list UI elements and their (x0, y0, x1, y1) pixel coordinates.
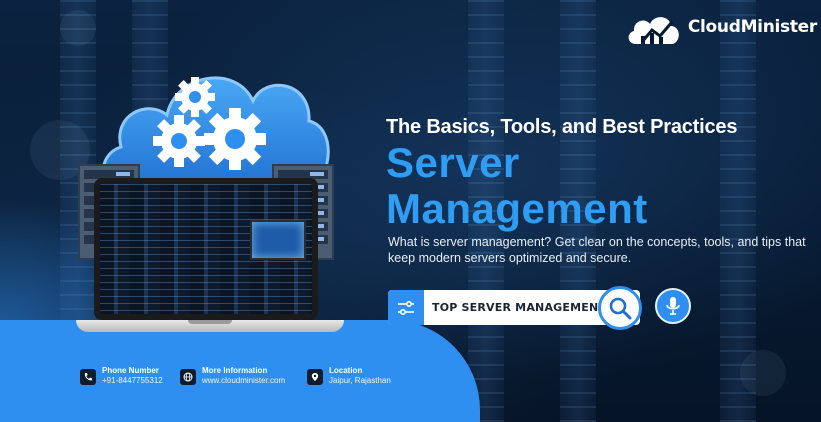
filter-sliders-icon[interactable] (388, 290, 424, 325)
title-line-1: Server (386, 139, 520, 186)
contact-label: More Information (202, 366, 268, 375)
contact-website[interactable]: More Information www.cloudminister.com (180, 366, 285, 385)
magnifier-icon (609, 297, 632, 320)
laptop-notch (188, 320, 232, 324)
location-pin-icon (307, 369, 323, 385)
phone-icon (80, 369, 96, 385)
monitor-icon (250, 220, 306, 260)
contact-value: www.cloudminister.com (202, 376, 286, 385)
microphone-icon (666, 297, 680, 315)
contact-label: Phone Number (102, 366, 159, 375)
title-line-2: Management (386, 185, 648, 232)
bokeh (740, 350, 786, 396)
search-button[interactable] (598, 286, 642, 330)
contact-value: +91-8447755312 (102, 376, 163, 385)
contact-label: Location (329, 366, 363, 375)
globe-icon (180, 369, 196, 385)
description: What is server management? Get clear on … (388, 235, 806, 265)
contact-location[interactable]: Location Jaipur, Rajasthan (307, 366, 391, 385)
contact-phone[interactable]: Phone Number +91-8447755312 (80, 366, 163, 385)
subheading: The Basics, Tools, and Best Practices (386, 116, 738, 138)
contact-value: Jaipur, Rajasthan (329, 376, 391, 385)
bokeh (60, 10, 96, 46)
brand-logo[interactable]: CloudMinister (624, 6, 817, 48)
laptop-screen (94, 178, 318, 320)
cloud-chart-icon (628, 17, 679, 44)
brand-name: CloudMinister (687, 17, 817, 37)
page-title: Server Management (386, 140, 648, 232)
microphone-button[interactable] (655, 288, 691, 324)
